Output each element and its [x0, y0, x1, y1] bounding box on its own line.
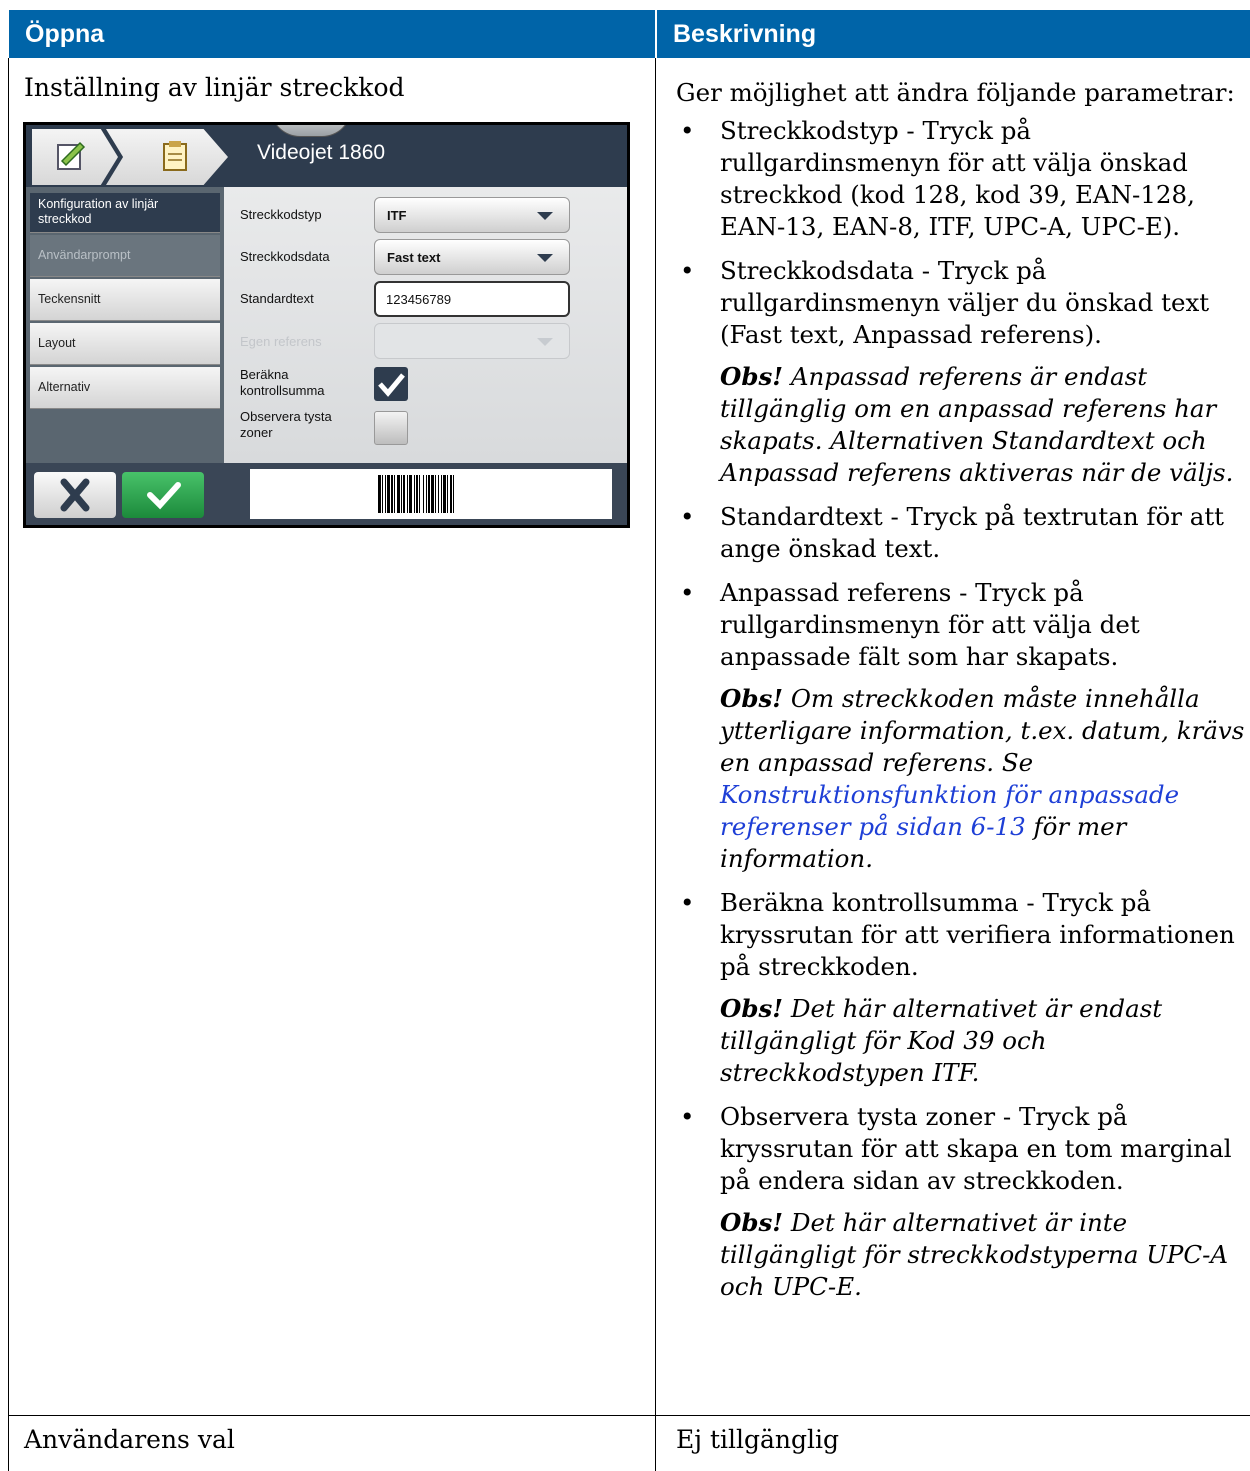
device-sidebar: Konfiguration av linjär streckkod Använd…: [26, 187, 224, 463]
menu-pulldown-handle[interactable]: [270, 125, 352, 137]
barcode-data-value: Fast text: [387, 250, 441, 265]
document-icon: [163, 141, 187, 171]
description-cell: Ger möjlighet att ändra följande paramet…: [676, 77, 1250, 1315]
quiet-zones-checkbox[interactable]: [374, 411, 408, 445]
list-item-barcode-data: • Streckkodsdata - Tryck på rullgardinsm…: [676, 255, 1250, 489]
note: Obs! Det här alternativet är endast till…: [720, 994, 1163, 1087]
list-item-quiet-zones: • Observera tysta zoner - Tryck på kryss…: [676, 1101, 1250, 1303]
table-border-left: [8, 58, 9, 1471]
row-value-not-available: Ej tillgänglig: [676, 1425, 839, 1454]
close-icon: [60, 478, 90, 512]
barcode-bar: [454, 475, 457, 513]
row-label-user-choice: Användarens val: [24, 1425, 235, 1454]
checkmark-icon: [147, 482, 181, 510]
description-intro: Ger möjlighet att ändra följande paramet…: [676, 78, 1235, 107]
device-footer: [26, 463, 627, 525]
sidebar-item-linear-barcode-config[interactable]: Konfiguration av linjär streckkod: [30, 193, 220, 233]
list-item-default-text: • Standardtext - Tryck på textrutan för …: [680, 502, 1225, 563]
chevron-down-icon: [537, 254, 553, 262]
row-label-linear-barcode: Inställning av linjär streckkod: [24, 73, 405, 102]
note: Obs! Anpassad referens är endast tillgän…: [720, 362, 1234, 487]
breadcrumb-edit[interactable]: [32, 129, 118, 185]
confirm-button[interactable]: [122, 472, 204, 518]
quiet-zones-label: Observera tysta zoner: [240, 409, 332, 440]
sidebar-item-font[interactable]: Teckensnitt: [30, 279, 220, 321]
barcode-type-value: ITF: [387, 208, 407, 223]
barcode-type-label: Streckkodstyp: [240, 207, 322, 222]
chevron-down-icon: [537, 212, 553, 220]
column-header-open: Öppna: [9, 10, 655, 58]
sidebar-item-alternatives[interactable]: Alternativ: [30, 367, 220, 409]
note: Obs! Om streckkoden måste innehålla ytte…: [720, 684, 1245, 873]
device-screenshot: Videojet 1860 Konfiguration av linjär st…: [23, 122, 630, 528]
column-header-description: Beskrivning: [657, 10, 1250, 58]
checkmark-icon: [378, 373, 405, 397]
parameter-list: • Streckkodstyp - Tryck på rullgardinsme…: [676, 115, 1250, 1303]
cancel-button[interactable]: [34, 472, 116, 518]
barcode-type-dropdown[interactable]: ITF: [374, 197, 570, 233]
table-row-divider: [8, 1415, 1250, 1416]
note: Obs! Det här alternativet är inte tillgä…: [720, 1208, 1229, 1301]
barcode-data-label: Streckkodsdata: [240, 249, 330, 264]
edit-icon: [57, 141, 86, 170]
custom-reference-label: Egen referens: [240, 334, 322, 349]
default-text-value: 123456789: [386, 292, 452, 307]
sidebar-item-layout[interactable]: Layout: [30, 323, 220, 365]
breadcrumb-document[interactable]: [106, 129, 228, 185]
checksum-checkbox[interactable]: [374, 367, 408, 401]
sidebar-item-user-prompt: Användarprompt: [30, 235, 220, 277]
device-form: Streckkodstyp ITF Streckkodsdata Fast te…: [224, 187, 627, 463]
table-divider-vertical: [655, 58, 656, 1471]
custom-reference-dropdown: [374, 323, 570, 359]
default-text-label: Standardtext: [240, 291, 314, 306]
list-item-barcode-type: • Streckkodstyp - Tryck på rullgardinsme…: [680, 116, 1195, 241]
default-text-input[interactable]: 123456789: [374, 281, 570, 317]
barcode-preview: [250, 469, 612, 519]
list-item-custom-reference: • Anpassad referens - Tryck på rullgardi…: [676, 577, 1250, 875]
chevron-down-icon: [537, 338, 553, 346]
checksum-label: Beräkna kontrollsumma: [240, 367, 325, 398]
barcode-data-dropdown[interactable]: Fast text: [374, 239, 570, 275]
device-header: Videojet 1860: [26, 125, 627, 187]
list-item-checksum: • Beräkna kontrollsumma - Tryck på kryss…: [676, 887, 1250, 1089]
barcode-image: [378, 475, 500, 513]
device-title: Videojet 1860: [257, 141, 386, 164]
